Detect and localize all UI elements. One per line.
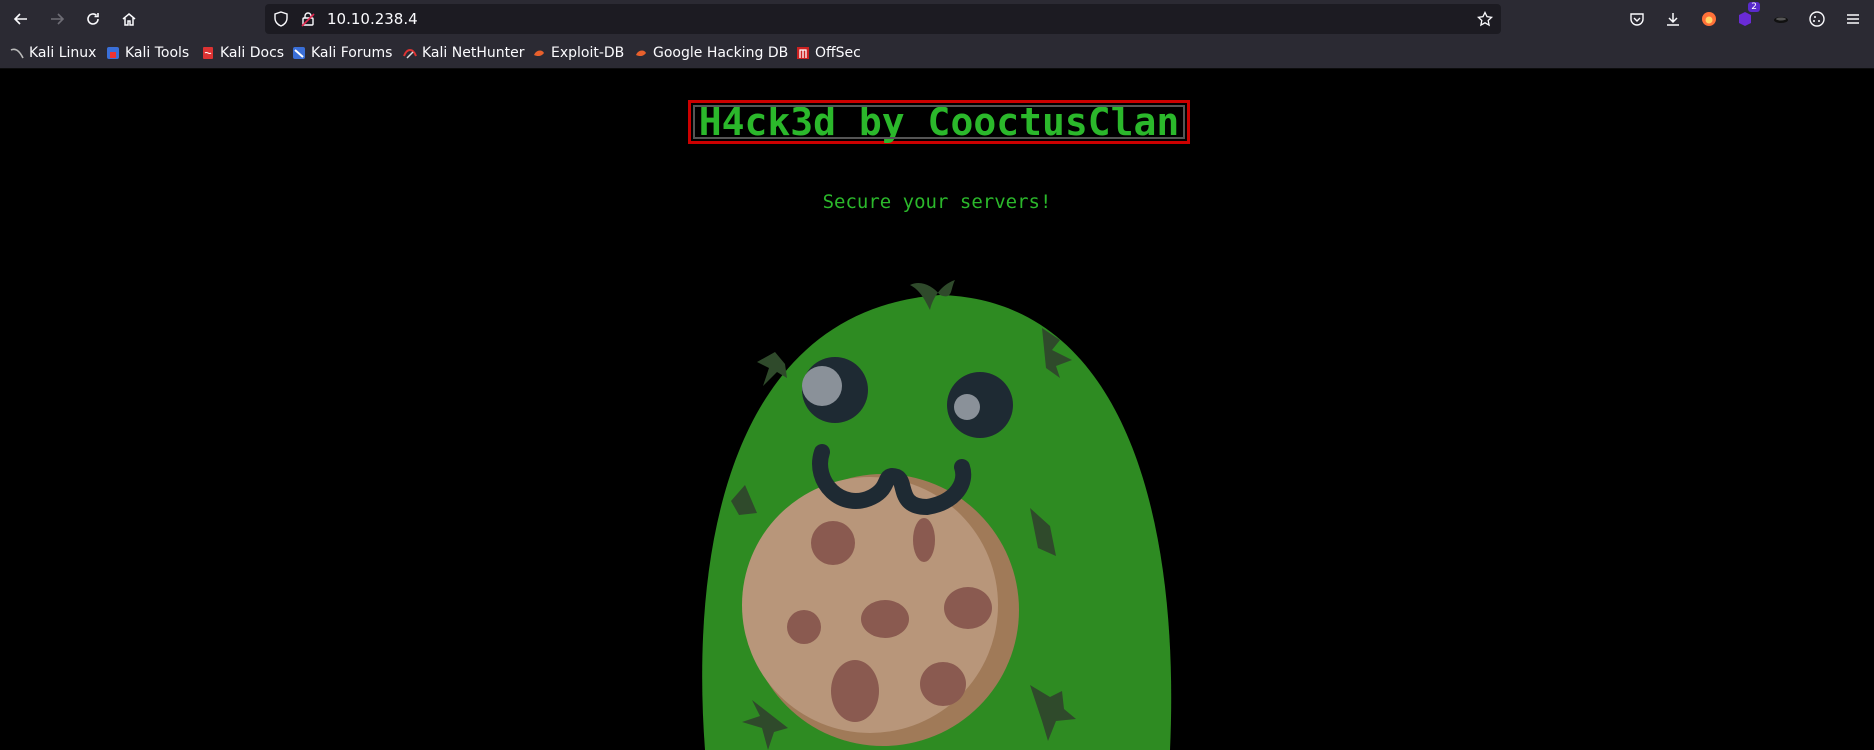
browser-toolbar: 10.10.238.4 2 bbox=[0, 0, 1874, 38]
kali-docs-icon bbox=[203, 47, 213, 59]
back-button[interactable] bbox=[7, 5, 35, 33]
bookmark-label: Google Hacking DB bbox=[653, 45, 789, 61]
bookmark-kali-linux[interactable]: Kali Linux bbox=[10, 43, 96, 63]
kali-forums-icon bbox=[293, 47, 305, 59]
mask-icon bbox=[1774, 17, 1788, 23]
url-bar[interactable]: 10.10.238.4 bbox=[265, 4, 1501, 34]
shield-icon bbox=[274, 11, 288, 27]
hacked-heading: H4ck3d by CooctusClan bbox=[688, 100, 1190, 144]
bookmark-label: Kali Forums bbox=[311, 45, 393, 61]
app-menu-button[interactable] bbox=[1840, 6, 1866, 32]
pocket-icon bbox=[1630, 13, 1644, 26]
forward-button[interactable] bbox=[43, 5, 71, 33]
kali-dragon-icon bbox=[10, 48, 24, 59]
bookmark-kali-tools[interactable]: Kali Tools bbox=[106, 43, 189, 63]
home-button[interactable] bbox=[115, 5, 143, 33]
kali-tools-icon bbox=[107, 47, 119, 59]
bookmark-label: OffSec bbox=[815, 45, 861, 61]
nethunter-icon bbox=[403, 49, 417, 59]
downloads-button[interactable] bbox=[1660, 6, 1686, 32]
bookmark-kali-docs[interactable]: Kali Docs bbox=[201, 43, 284, 63]
purple-extension-icon bbox=[1739, 12, 1751, 26]
bookmark-google-hacking-db[interactable]: Google Hacking DB bbox=[634, 43, 788, 63]
mask-extension-button[interactable] bbox=[1768, 6, 1794, 32]
bookmark-kali-nethunter[interactable]: Kali NetHunter bbox=[403, 43, 524, 63]
hamburger-menu-icon bbox=[1847, 14, 1859, 24]
bookmark-label: Kali Linux bbox=[29, 45, 97, 61]
bookmark-offsec[interactable]: OffSec bbox=[796, 43, 861, 63]
url-text: 10.10.238.4 bbox=[327, 10, 418, 28]
bookmark-star-icon[interactable] bbox=[1477, 11, 1493, 27]
cookie-icon bbox=[1809, 11, 1825, 27]
subtitle-text: Secure your servers! bbox=[822, 191, 1052, 213]
ghdb-icon bbox=[636, 50, 646, 57]
lock-warning-icon bbox=[301, 12, 315, 27]
bookmarks-toolbar: Kali Linux Kali Tools Kali Docs Kali For… bbox=[0, 38, 1874, 69]
pocket-button[interactable] bbox=[1624, 6, 1650, 32]
arrow-right-icon bbox=[51, 13, 65, 25]
reload-button[interactable] bbox=[79, 5, 107, 33]
bookmark-label: Kali NetHunter bbox=[422, 45, 525, 61]
bookmark-label: Kali Docs bbox=[220, 45, 285, 61]
home-icon bbox=[122, 13, 136, 26]
fox-extension-icon bbox=[1702, 12, 1716, 26]
firefox-account-button[interactable] bbox=[1696, 6, 1722, 32]
arrow-left-icon bbox=[13, 13, 27, 25]
extension-button[interactable]: 2 bbox=[1732, 2, 1760, 32]
bookmark-exploit-db[interactable]: Exploit-DB bbox=[532, 43, 624, 63]
reload-icon bbox=[87, 13, 99, 25]
extension-badge: 2 bbox=[1748, 2, 1760, 12]
cookie-extension-button[interactable] bbox=[1804, 6, 1830, 32]
bookmark-label: Exploit-DB bbox=[551, 45, 625, 61]
exploit-db-icon bbox=[534, 50, 544, 57]
bookmark-kali-forums[interactable]: Kali Forums bbox=[292, 43, 392, 63]
download-icon bbox=[1667, 13, 1679, 26]
offsec-icon bbox=[797, 47, 809, 59]
bookmark-label: Kali Tools bbox=[125, 45, 190, 61]
cooctus-mascot-image bbox=[702, 280, 1172, 750]
